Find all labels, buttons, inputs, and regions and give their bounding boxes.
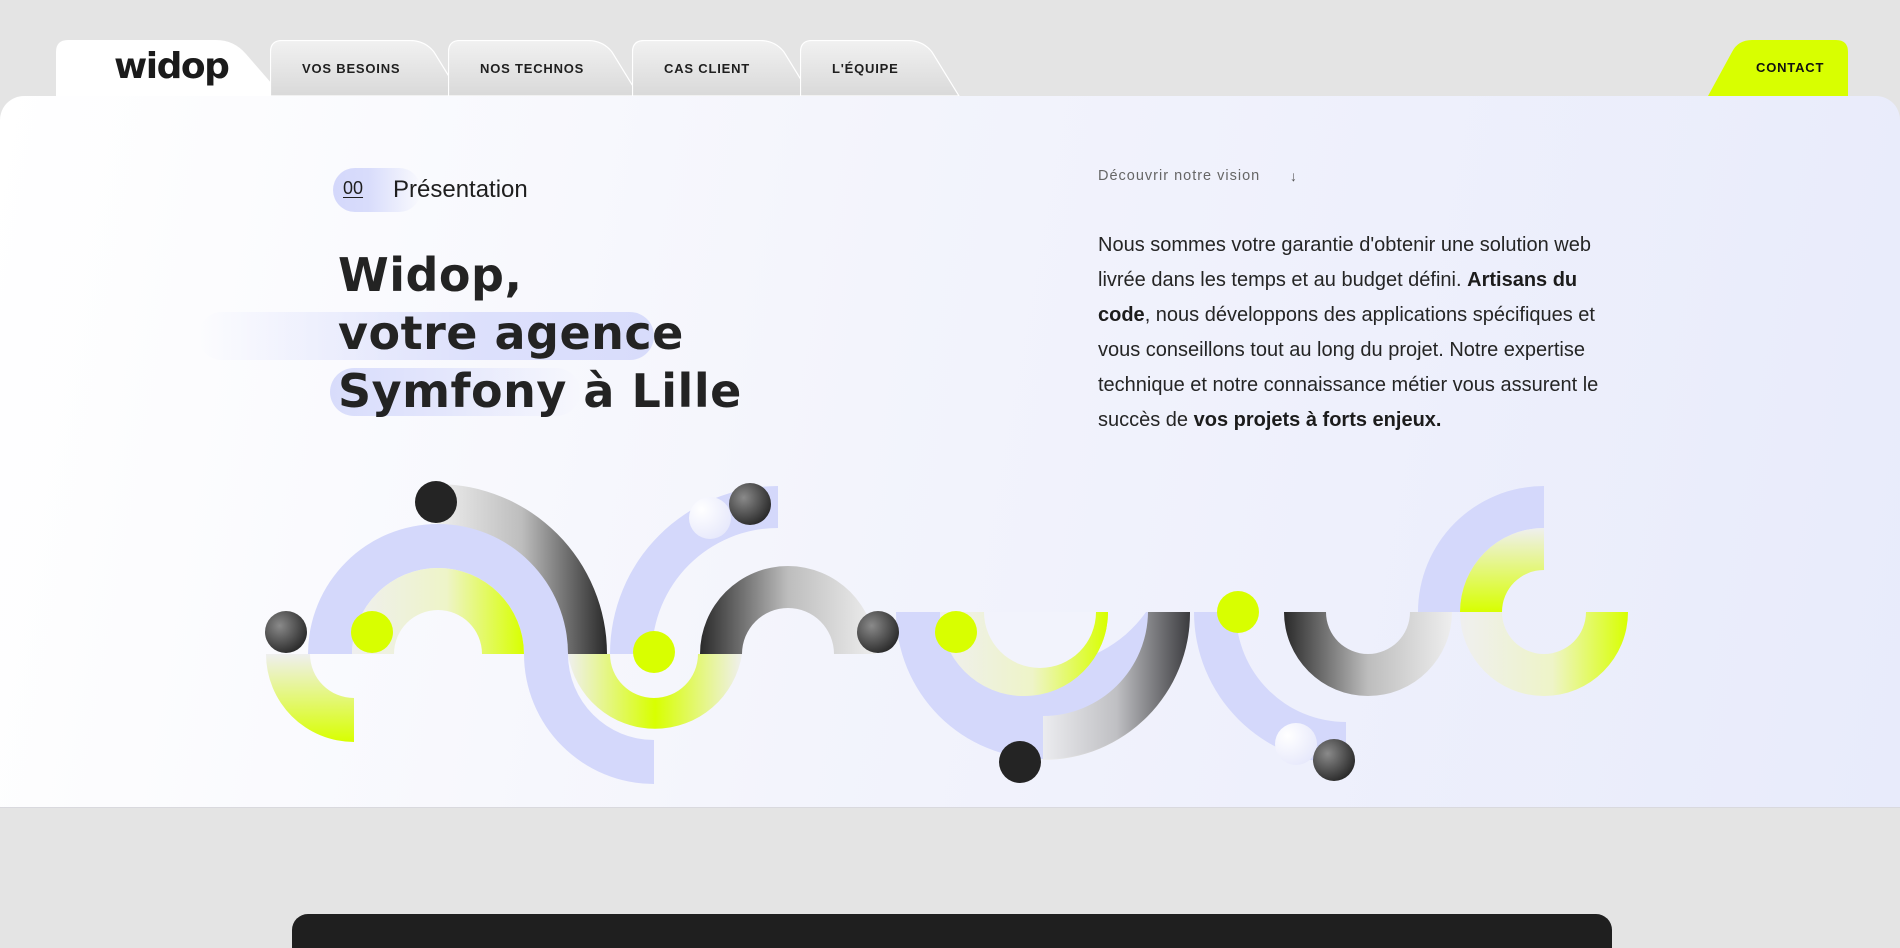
lime-dot xyxy=(1217,591,1259,633)
widop-logo[interactable]: widop xyxy=(114,46,230,87)
nav-tab-cas-client[interactable]: CAS CLIENT xyxy=(632,40,812,96)
dark-dot xyxy=(415,481,457,523)
dark-dot xyxy=(857,611,899,653)
lime-dot xyxy=(633,631,675,673)
white-dot xyxy=(689,497,731,539)
lime-dot xyxy=(935,611,977,653)
logo-tab[interactable]: widop xyxy=(56,40,286,100)
decorative-arcs-illustration xyxy=(265,481,1628,784)
white-dot xyxy=(1275,723,1317,765)
dark-dot xyxy=(729,483,771,525)
nav-label: NOS TECHNOS xyxy=(480,61,585,76)
site-header: widop VOS BESOINS NOS TECHNOS CAS CLIENT… xyxy=(0,0,1900,100)
hero-section: 00 Présentation Widop, votre agence Symf… xyxy=(0,96,1900,808)
contact-label: CONTACT xyxy=(1756,60,1825,75)
contact-button[interactable]: CONTACT xyxy=(1708,40,1848,96)
nav-label: L'ÉQUIPE xyxy=(832,61,899,76)
nav-label: CAS CLIENT xyxy=(664,61,750,76)
nav-tab-equipe[interactable]: L'ÉQUIPE xyxy=(800,40,960,96)
lime-dot xyxy=(351,611,393,653)
dark-dot xyxy=(999,741,1041,783)
nav-tab-vos-besoins[interactable]: VOS BESOINS xyxy=(270,40,462,96)
dark-dot xyxy=(265,611,307,653)
dark-dot xyxy=(1313,739,1355,781)
nav-tab-nos-technos[interactable]: NOS TECHNOS xyxy=(448,40,640,96)
nav-label: VOS BESOINS xyxy=(302,61,401,76)
dark-content-panel xyxy=(292,914,1612,948)
